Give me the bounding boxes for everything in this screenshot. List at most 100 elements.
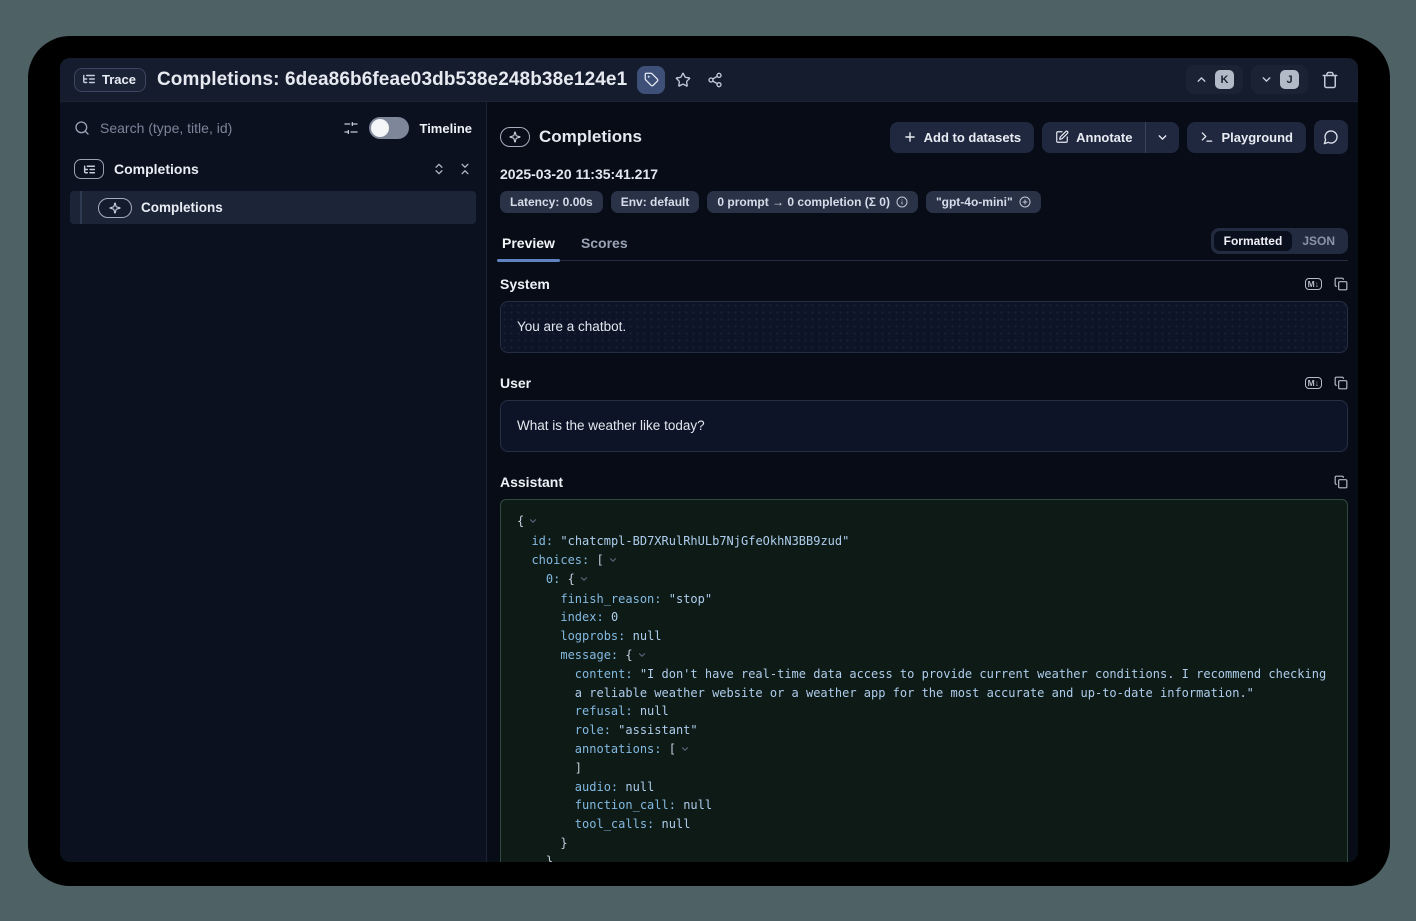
format-toggle-json[interactable]: JSON [1292,231,1345,251]
assistant-json-viewer: { id: "chatcmpl-BD7XRulRhULb7NjGfeOkhN3B… [500,499,1348,862]
code-line: choices: [ [517,551,1331,571]
code-line: finish_reason: "stop" [517,590,1331,609]
code-line: ] [517,759,1331,778]
code-line: refusal: null [517,702,1331,721]
collapse-caret-icon[interactable] [637,647,647,666]
collapse-all-icon[interactable] [458,162,472,176]
share-button[interactable] [701,66,729,94]
tag-button[interactable] [637,66,665,94]
trace-app: Trace Completions: 6dea86b6feae03db538e2… [60,58,1358,862]
code-line: 0: { [517,570,1331,590]
code-line: message: { [517,646,1331,666]
trash-icon [1321,71,1339,89]
chevron-down-icon [1156,131,1169,144]
next-item-button[interactable]: J [1251,65,1308,94]
code-line: id: "chatcmpl-BD7XRulRhULb7NjGfeOkhN3BB9… [517,532,1331,551]
app-window: Trace Completions: 6dea86b6feae03db538e2… [28,36,1390,886]
page-title: Completions: 6dea86b6feae03db538e248b38e… [157,69,627,91]
code-line: annotations: [ [517,740,1331,760]
circle-plus-icon [1019,196,1031,208]
observation-detail-panel: Completions Add to datasets Ann [487,102,1358,862]
collapse-caret-icon[interactable] [579,571,589,590]
format-toggle-formatted[interactable]: Formatted [1214,231,1293,251]
user-message-text: What is the weather like today? [517,418,705,433]
model-badge[interactable]: "gpt-4o-mini" [926,191,1041,213]
assistant-json-code: { id: "chatcmpl-BD7XRulRhULb7NjGfeOkhN3B… [517,512,1331,862]
system-message-text: You are a chatbot. [517,319,626,334]
star-button[interactable] [669,66,697,94]
tree-item-completions-selected[interactable]: Completions [70,191,476,224]
chevron-down-icon [1260,73,1273,86]
copy-icon[interactable] [1334,376,1348,390]
trace-type-badge: Trace [74,68,146,92]
trace-header: Trace Completions: 6dea86b6feae03db538e2… [60,58,1358,102]
code-line: role: "assistant" [517,721,1331,740]
code-line: } [517,852,1331,862]
tab-preview[interactable]: Preview [500,235,557,260]
format-toggle: Formatted JSON [1211,228,1348,254]
user-message-box: What is the weather like today? [500,400,1348,452]
collapse-caret-icon[interactable] [608,552,618,571]
code-line: audio: null [517,778,1331,797]
annotate-dropdown-button[interactable] [1145,122,1179,153]
tree-root-row[interactable]: Completions [60,151,486,185]
annotate-label: Annotate [1076,130,1132,145]
assistant-section-label: Assistant [500,474,563,490]
copy-icon[interactable] [1334,277,1348,291]
observation-title: Completions [539,127,642,147]
observation-timestamp: 2025-03-20 11:35:41.217 [500,166,1348,182]
chevron-up-icon [1195,73,1208,86]
trace-badge-label: Trace [102,72,136,87]
system-section-label: System [500,276,550,292]
expand-all-icon[interactable] [432,162,446,176]
code-line: content: "I don't have real-time data ac… [517,665,1331,684]
tab-scores[interactable]: Scores [579,235,630,260]
token-usage-badge: 0 prompt → 0 completion (Σ 0) [707,191,918,213]
markdown-toggle-icon[interactable]: M↓ [1305,278,1322,291]
terminal-icon [1200,130,1214,144]
code-line: a reliable weather website or a weather … [517,684,1331,703]
pen-square-icon [1055,130,1069,144]
collapse-caret-icon[interactable] [680,741,690,760]
code-line: function_call: null [517,796,1331,815]
tag-icon [644,72,659,87]
tree-item-label: Completions [141,200,223,215]
timeline-toggle-label: Timeline [419,121,472,136]
playground-button[interactable]: Playground [1187,122,1306,153]
add-to-datasets-label: Add to datasets [924,130,1022,145]
search-icon [74,120,90,136]
code-line: { [517,512,1331,532]
trace-tree-sidebar: Timeline Completions [60,102,487,862]
timeline-toggle[interactable] [369,117,409,139]
system-message-box: You are a chatbot. [500,301,1348,353]
trace-tree-icon [74,159,104,179]
user-section-label: User [500,375,531,391]
info-icon[interactable] [896,196,908,208]
shortcut-key-k: K [1215,70,1234,89]
share-icon [707,72,723,88]
add-to-datasets-button[interactable]: Add to datasets [890,122,1035,153]
delete-trace-button[interactable] [1316,66,1344,94]
generation-icon [500,127,530,147]
playground-label: Playground [1221,130,1293,145]
tree-root-label: Completions [114,161,199,177]
env-badge: Env: default [611,191,700,213]
comments-button[interactable] [1314,120,1348,154]
list-tree-icon [82,72,96,86]
generation-icon [98,198,132,218]
plus-icon [903,130,917,144]
detail-tabs: Preview Scores Formatted JSON [500,229,1348,261]
search-input[interactable] [100,120,333,136]
prev-item-button[interactable]: K [1186,65,1243,94]
markdown-toggle-icon[interactable]: M↓ [1305,377,1322,390]
code-line: index: 0 [517,608,1331,627]
star-icon [675,72,691,88]
tree-indent-guide [80,191,82,224]
comment-bubble-icon [1323,129,1339,145]
code-line: } [517,834,1331,853]
shortcut-key-j: J [1280,70,1299,89]
collapse-caret-icon[interactable] [528,513,538,532]
copy-icon[interactable] [1334,475,1348,489]
annotate-button[interactable]: Annotate [1042,122,1145,153]
filter-sliders-icon[interactable] [343,120,359,136]
